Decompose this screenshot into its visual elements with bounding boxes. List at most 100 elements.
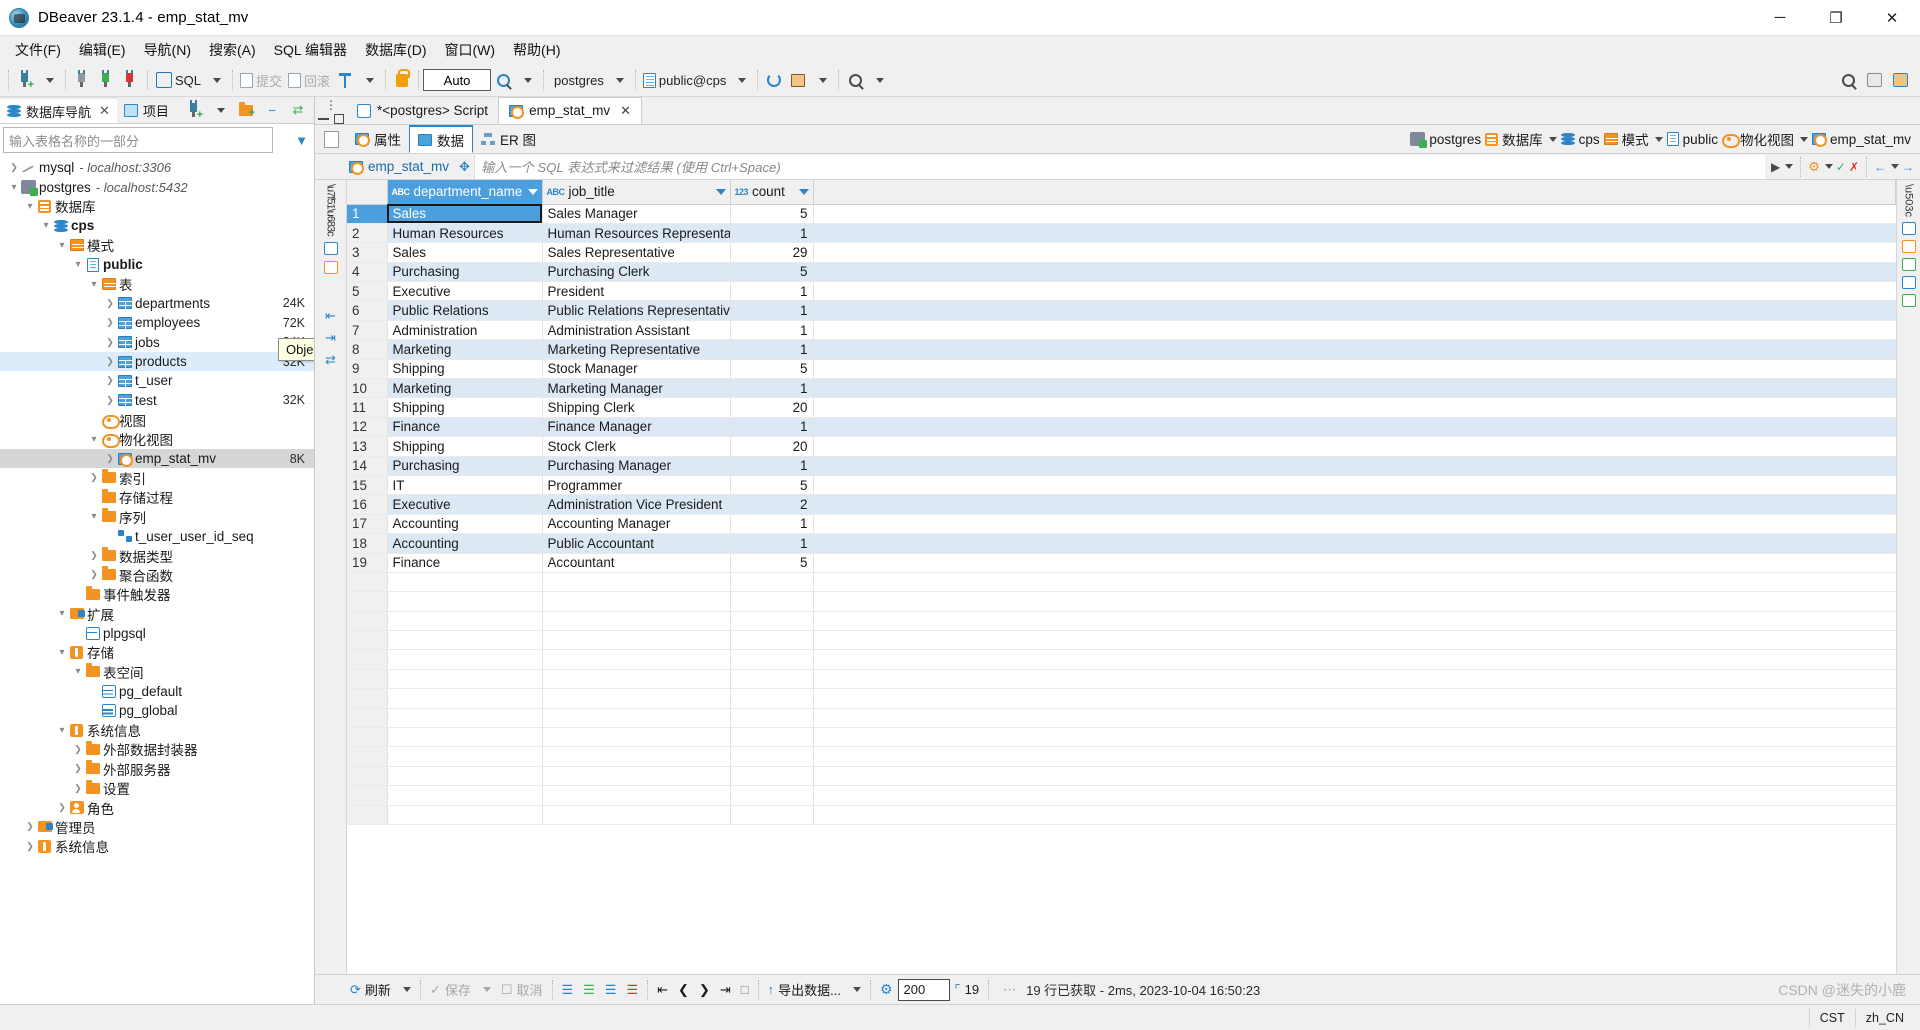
transaction-mode-dropdown[interactable]	[357, 67, 381, 93]
tree-item-mysql[interactable]: mysql- localhost:3306	[0, 158, 314, 177]
table-row[interactable]: 18 Accounting Public Accountant 1	[347, 533, 1896, 554]
cell-count[interactable]: 5	[730, 553, 814, 573]
row-number[interactable]: 9	[347, 359, 388, 380]
cell-department-name[interactable]: Executive	[387, 494, 543, 515]
filter-panel-icon[interactable]: ⇤	[325, 308, 336, 324]
chevron-down-icon[interactable]	[1891, 164, 1899, 169]
edit-row-button[interactable]: ☰	[557, 978, 579, 1002]
add-row-button[interactable]: ☰	[578, 978, 600, 1002]
cell-department-name[interactable]: Sales	[387, 242, 543, 263]
row-number[interactable]: 11	[347, 397, 388, 418]
minimize-panel-icon[interactable]	[318, 118, 329, 120]
cell-count[interactable]: 1	[730, 320, 814, 341]
new-connection-small-button[interactable]: +	[182, 97, 206, 123]
editor-tab-script[interactable]: *<postgres> Script	[347, 97, 499, 124]
row-number[interactable]: 5	[347, 281, 388, 302]
row-number[interactable]: 12	[347, 417, 388, 438]
tree-item-pg_default[interactable]: pg_default	[0, 682, 314, 701]
tree-item-emp_stat_mv[interactable]: emp_stat_mv 8K	[0, 448, 314, 469]
cell-department-name[interactable]: Finance	[387, 417, 543, 438]
cell-count[interactable]: 5	[730, 262, 814, 283]
fetch-size-input[interactable]: 200	[897, 978, 950, 1001]
maximize-button[interactable]: ❐	[1808, 0, 1864, 36]
new-sql-editor-button[interactable]: SQL	[153, 67, 204, 93]
breadcrumb-item-postgres[interactable]: postgres	[1410, 132, 1481, 148]
filter-save-icon[interactable]: ✓	[1836, 160, 1846, 174]
subtab-er-diagram[interactable]: ER 图	[473, 125, 544, 153]
collapse-arrow-icon[interactable]	[88, 511, 100, 522]
breadcrumb-item-[interactable]: 物化视图	[1721, 129, 1794, 149]
collapse-arrow-icon[interactable]	[56, 647, 68, 658]
breadcrumb-item-public[interactable]: public	[1666, 132, 1718, 147]
tree-item-public[interactable]: public	[0, 255, 314, 274]
column-header-department_name[interactable]: ABC department_name	[387, 180, 543, 205]
column-header-count[interactable]: 123 count	[730, 180, 814, 205]
tree-item-cps[interactable]: cps	[0, 216, 314, 235]
value-view-icon[interactable]	[323, 260, 338, 274]
expand-arrow-icon[interactable]	[24, 841, 36, 852]
cell-department-name[interactable]: Administration	[387, 320, 543, 341]
tree-item-[interactable]: 表空间	[0, 662, 314, 681]
tree-item-[interactable]: 事件触发器	[0, 585, 314, 604]
tree-item-departments[interactable]: departments 24K	[0, 294, 314, 313]
cell-job-title[interactable]: Administration Vice President	[542, 494, 731, 515]
cell-department-name[interactable]: Accounting	[387, 533, 543, 554]
new-connection-small-dropdown[interactable]	[208, 97, 232, 123]
collapse-arrow-icon[interactable]	[56, 608, 68, 619]
collapse-arrow-icon[interactable]	[8, 182, 20, 193]
cell-count[interactable]: 5	[730, 359, 814, 380]
cell-count[interactable]: 5	[730, 475, 814, 496]
cell-job-title[interactable]: Public Relations Representative	[542, 300, 731, 321]
new-folder-button[interactable]: +	[234, 97, 258, 123]
result-grid[interactable]: ABC department_name ABC job_title 123 count 1…	[347, 180, 1896, 974]
cell-job-title[interactable]: Programmer	[542, 475, 731, 496]
collapse-arrow-icon[interactable]	[88, 434, 100, 445]
collapse-arrow-icon[interactable]	[40, 220, 52, 231]
export-dropdown[interactable]	[846, 978, 866, 1002]
tree-item-[interactable]: 视图	[0, 410, 314, 429]
tree-item-[interactable]: 索引	[0, 468, 314, 487]
tab-database-navigator[interactable]: 数据库导航 ✕	[0, 97, 117, 123]
cell-count[interactable]: 1	[730, 456, 814, 476]
expand-arrow-icon[interactable]	[72, 783, 84, 794]
table-row[interactable]: 15 IT Programmer 5	[347, 475, 1896, 496]
cell-count[interactable]: 1	[730, 339, 814, 360]
tree-item-[interactable]: 外部数据封装器	[0, 740, 314, 759]
cell-department-name[interactable]: Human Resources	[387, 223, 543, 244]
tree-item-plpgsql[interactable]: plpgsql	[0, 623, 314, 642]
table-row[interactable]: 8 Marketing Marketing Representative 1	[347, 339, 1896, 360]
tree-item-[interactable]: 模式	[0, 236, 314, 255]
grid-settings-button[interactable]: ⚙	[875, 978, 898, 1002]
tree-item-[interactable]: 数据库	[0, 197, 314, 216]
tree-item-[interactable]: 设置	[0, 779, 314, 798]
cell-job-title[interactable]: Stock Manager	[542, 359, 731, 380]
cell-count[interactable]: 1	[730, 223, 814, 244]
row-number[interactable]: 3	[347, 242, 388, 263]
new-connection-dropdown[interactable]	[37, 67, 61, 93]
cell-count[interactable]: 20	[730, 397, 814, 418]
tree-item-[interactable]: 存储	[0, 643, 314, 662]
expand-arrow-icon[interactable]	[88, 550, 100, 561]
cell-job-title[interactable]: Sales Manager	[542, 204, 731, 224]
chevron-down-icon[interactable]	[1785, 164, 1794, 169]
expand-arrow-icon[interactable]	[72, 744, 84, 755]
row-number[interactable]: 16	[347, 494, 388, 515]
menu-navigate[interactable]: 导航(N)	[135, 37, 200, 63]
cell-count[interactable]: 1	[730, 533, 814, 554]
menu-file[interactable]: 文件(F)	[6, 37, 70, 63]
table-row[interactable]: 7 Administration Administration Assistant 1	[347, 320, 1896, 341]
cell-count[interactable]: 1	[730, 281, 814, 302]
collapse-arrow-icon[interactable]	[88, 279, 100, 290]
row-number[interactable]: 6	[347, 300, 388, 321]
transaction-log-dropdown[interactable]	[515, 67, 539, 93]
new-connection-button[interactable]: +	[13, 67, 37, 93]
cell-job-title[interactable]: Stock Clerk	[542, 436, 731, 457]
breadcrumb-item-emp_stat_mv[interactable]: emp_stat_mv	[1811, 132, 1911, 147]
subtab-data[interactable]: 数据	[409, 125, 473, 153]
cell-job-title[interactable]: Marketing Representative	[542, 339, 731, 360]
collapse-arrow-icon[interactable]	[56, 240, 68, 251]
commit-button[interactable]: 提交	[237, 67, 285, 93]
chevron-down-icon[interactable]	[715, 188, 726, 195]
next-page-button[interactable]: ❯	[694, 978, 715, 1002]
cell-count[interactable]: 29	[730, 242, 814, 263]
